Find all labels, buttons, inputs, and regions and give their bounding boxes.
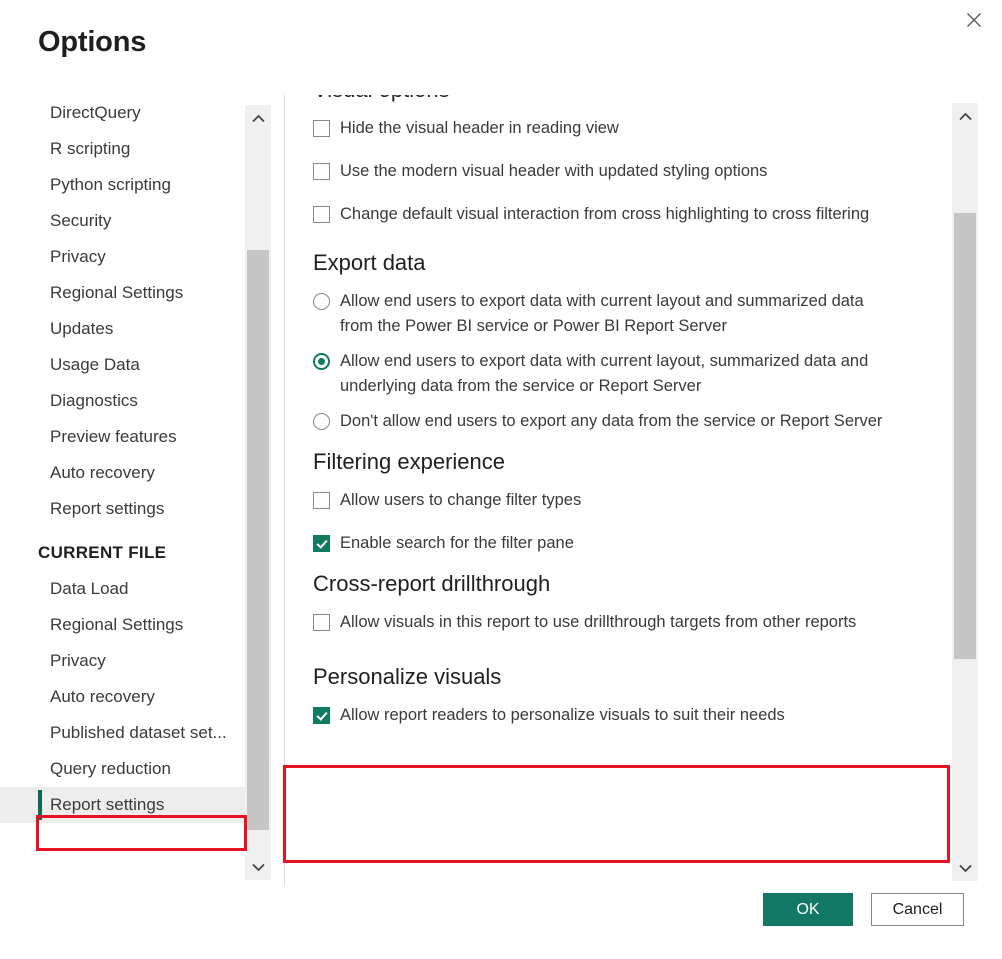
checkbox-checked-icon[interactable]: [313, 707, 330, 724]
sidebar-item-auto-recovery[interactable]: Auto recovery: [0, 679, 246, 715]
radio-selected-icon[interactable]: [313, 353, 330, 370]
checkbox-change-default-visual-interaction-from[interactable]: Change default visual interaction from c…: [285, 197, 945, 232]
sidebar-scroll-down-button[interactable]: [245, 854, 271, 880]
sidebar-item-label: R scripting: [50, 139, 130, 158]
sidebar-item-label: Report settings: [50, 795, 164, 814]
sidebar-item-privacy[interactable]: Privacy: [0, 643, 246, 679]
sidebar-item-auto-recovery[interactable]: Auto recovery: [0, 455, 246, 491]
spacer: [285, 146, 945, 154]
sidebar-item-label: Query reduction: [50, 759, 171, 778]
option-label: Use the modern visual header with update…: [340, 159, 767, 184]
sidebar-item-label: Data Load: [50, 579, 128, 598]
sidebar-item-query-reduction[interactable]: Query reduction: [0, 751, 246, 787]
sidebar-item-label: DirectQuery: [50, 103, 141, 122]
radio-unselected-icon[interactable]: [313, 293, 330, 310]
option-label: Allow end users to export data with curr…: [340, 289, 900, 339]
sidebar-item-label: Published dataset set...: [50, 723, 227, 742]
sidebar-item-regional-settings[interactable]: Regional Settings: [0, 275, 246, 311]
option-label: Allow end users to export data with curr…: [340, 349, 900, 399]
sidebar-item-regional-settings[interactable]: Regional Settings: [0, 607, 246, 643]
sidebar-item-label: Security: [50, 211, 111, 230]
sidebar-item-label: Auto recovery: [50, 687, 155, 706]
sidebar-global-list: DirectQuery R scripting Python scripting Se…: [0, 95, 246, 527]
close-icon: [966, 12, 982, 28]
sidebar-scroll-thumb[interactable]: [247, 250, 269, 830]
sidebar-item-label: Diagnostics: [50, 391, 138, 410]
option-label: Change default visual interaction from c…: [340, 202, 869, 227]
spacer: [285, 640, 945, 654]
checkbox-allow-report-readers-to-personalize[interactable]: Allow report readers to personalize visu…: [285, 698, 945, 733]
content-scroll-down-button[interactable]: [952, 855, 978, 881]
sidebar-item-security[interactable]: Security: [0, 203, 246, 239]
sidebar-item-label: Python scripting: [50, 175, 171, 194]
option-label: Don't allow end users to export any data…: [340, 409, 882, 434]
sidebar-scroll-up-button[interactable]: [245, 105, 271, 131]
settings-content-pane: Visual options Hide the visual header in …: [285, 95, 945, 885]
option-label: Hide the visual header in reading view: [340, 116, 619, 141]
checkbox-unchecked-icon[interactable]: [313, 163, 330, 180]
sidebar-item-published-dataset-set[interactable]: Published dataset set...: [0, 715, 246, 751]
section-header-personalize-visuals: Personalize visuals: [285, 654, 945, 698]
option-label: Allow visuals in this report to use dril…: [340, 610, 856, 635]
sidebar-item-label: Regional Settings: [50, 615, 183, 634]
sidebar-item-r-scripting[interactable]: R scripting: [0, 131, 246, 167]
sidebar-item-preview-features[interactable]: Preview features: [0, 419, 246, 455]
checkbox-use-the-modern-visual-header[interactable]: Use the modern visual header with update…: [285, 154, 945, 189]
checkbox-enable-search-for-the-filter[interactable]: Enable search for the filter pane: [285, 526, 945, 561]
checkbox-unchecked-icon[interactable]: [313, 492, 330, 509]
page-title: Options: [38, 26, 146, 59]
content-scroll-thumb[interactable]: [954, 213, 976, 659]
option-label: Enable search for the filter pane: [340, 531, 574, 556]
radio-allow-end-users-to-export[interactable]: Allow end users to export data with curr…: [285, 344, 945, 404]
sidebar-nav: DirectQuery R scripting Python scripting Se…: [0, 95, 246, 885]
sidebar-item-directquery[interactable]: DirectQuery: [0, 95, 246, 131]
sidebar-item-diagnostics[interactable]: Diagnostics: [0, 383, 246, 419]
spacer: [285, 232, 945, 240]
spacer: [285, 189, 945, 197]
section-header-cross-report-drillthrough: Cross-report drillthrough: [285, 561, 945, 605]
radio-allow-end-users-to-export[interactable]: Allow end users to export data with curr…: [285, 284, 945, 344]
sidebar-item-updates[interactable]: Updates: [0, 311, 246, 347]
checkbox-unchecked-icon[interactable]: [313, 120, 330, 137]
radio-don-t-allow-end-users[interactable]: Don't allow end users to export any data…: [285, 404, 945, 439]
spacer: [285, 518, 945, 526]
sidebar-scrollbar[interactable]: [245, 105, 271, 880]
checkbox-checked-icon[interactable]: [313, 535, 330, 552]
sidebar-item-report-settings[interactable]: Report settings: [0, 787, 246, 823]
sidebar-item-label: Regional Settings: [50, 283, 183, 302]
option-label: Allow report readers to personalize visu…: [340, 703, 785, 728]
checkbox-unchecked-icon[interactable]: [313, 614, 330, 631]
sidebar-item-privacy[interactable]: Privacy: [0, 239, 246, 275]
sidebar-item-label: Preview features: [50, 427, 177, 446]
section-header-export-data: Export data: [285, 240, 945, 284]
sidebar-item-label: Usage Data: [50, 355, 140, 374]
cancel-button[interactable]: Cancel: [871, 893, 964, 926]
checkbox-hide-the-visual-header-in[interactable]: Hide the visual header in reading view: [285, 111, 945, 146]
sidebar-item-report-settings[interactable]: Report settings: [0, 491, 246, 527]
sidebar-item-label: Report settings: [50, 499, 164, 518]
sidebar-group-header-current-file: CURRENT FILE: [0, 527, 246, 571]
sidebar-current-file-list: Data Load Regional Settings Privacy Auto re…: [0, 571, 246, 823]
checkbox-allow-visuals-in-this-report[interactable]: Allow visuals in this report to use dril…: [285, 605, 945, 640]
dialog-footer: OK Cancel: [0, 893, 1002, 933]
sidebar-item-label: Privacy: [50, 651, 106, 670]
section-header-visual-options: Visual options: [285, 95, 945, 111]
content-scrollbar[interactable]: [952, 103, 978, 881]
sidebar-item-label: Auto recovery: [50, 463, 155, 482]
sidebar-item-data-load[interactable]: Data Load: [0, 571, 246, 607]
checkbox-allow-users-to-change-filter[interactable]: Allow users to change filter types: [285, 483, 945, 518]
content-scroll-up-button[interactable]: [952, 103, 978, 129]
sidebar-item-usage-data[interactable]: Usage Data: [0, 347, 246, 383]
settings-sections: Visual options Hide the visual header in …: [285, 95, 945, 733]
sidebar-item-label: Privacy: [50, 247, 106, 266]
ok-button[interactable]: OK: [763, 893, 853, 926]
section-header-filtering-experience: Filtering experience: [285, 439, 945, 483]
checkbox-unchecked-icon[interactable]: [313, 206, 330, 223]
sidebar-item-label: Updates: [50, 319, 113, 338]
sidebar-item-python-scripting[interactable]: Python scripting: [0, 167, 246, 203]
radio-unselected-icon[interactable]: [313, 413, 330, 430]
close-button[interactable]: [952, 2, 996, 38]
option-label: Allow users to change filter types: [340, 488, 581, 513]
